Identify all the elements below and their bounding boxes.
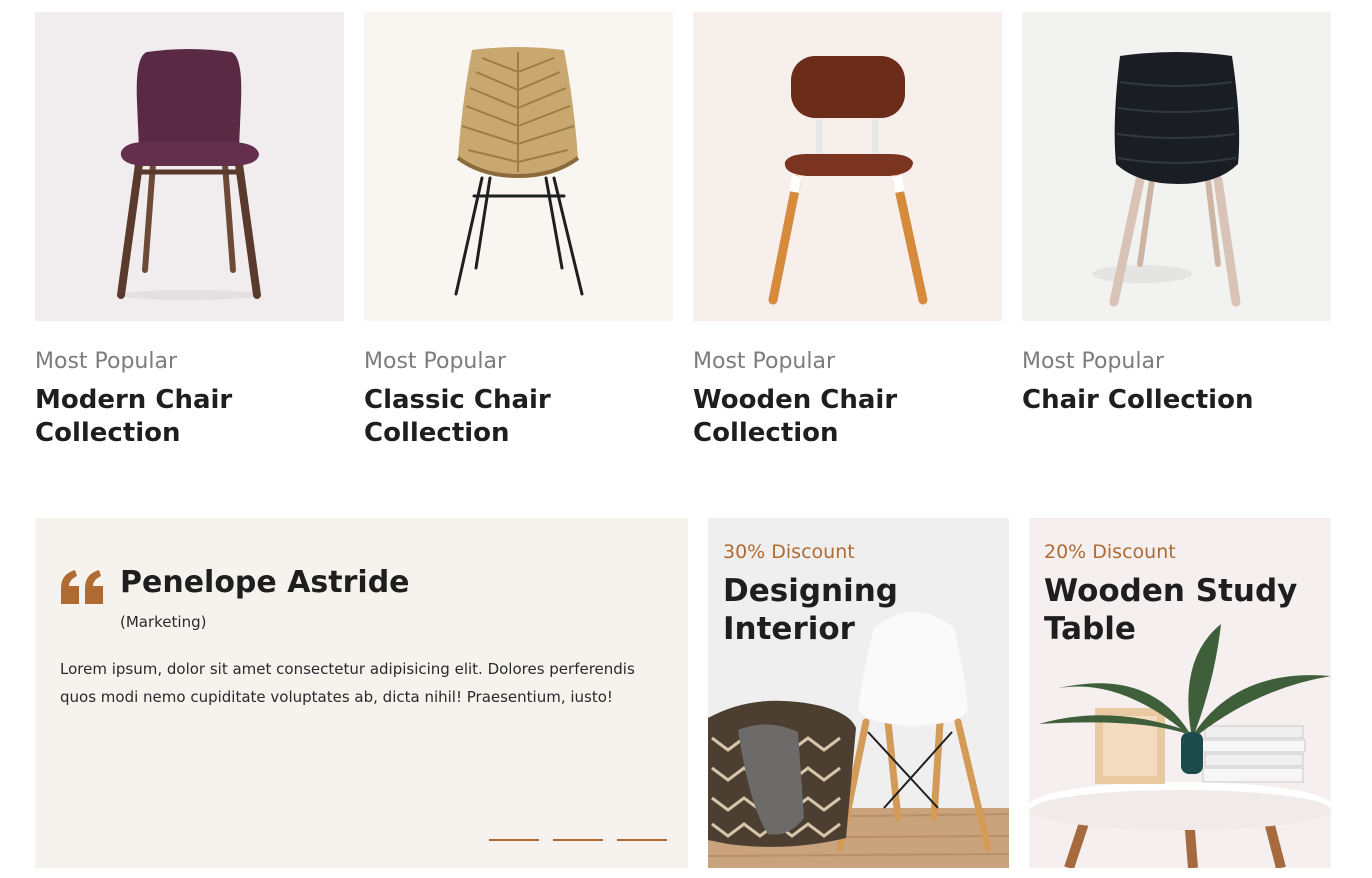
promo-card[interactable]: 20% Discount Wooden Study Table <box>1029 518 1331 868</box>
testimonial-role: (Marketing) <box>120 613 207 631</box>
product-tag: Most Popular <box>35 349 178 374</box>
product-card[interactable]: Most Popular Wooden Chair Collection <box>693 12 1002 450</box>
page: Most Popular Modern Chair Collection Mos… <box>0 0 1372 878</box>
product-title[interactable]: Classic Chair Collection <box>364 384 673 450</box>
quote-icon <box>61 570 103 604</box>
promo-title[interactable]: Wooden Study Table <box>1044 572 1324 648</box>
testimonial-card: Penelope Astride (Marketing) Lorem ipsum… <box>35 518 688 868</box>
promo-image-study-table <box>1029 518 1331 868</box>
product-card[interactable]: Most Popular Modern Chair Collection <box>35 12 344 450</box>
testimonial-name: Penelope Astride <box>120 565 410 600</box>
product-tag: Most Popular <box>364 349 507 374</box>
slider-pagination <box>489 839 667 841</box>
product-grid: Most Popular Modern Chair Collection Mos… <box>35 12 1331 450</box>
product-tag: Most Popular <box>1022 349 1165 374</box>
promo-discount: 30% Discount <box>723 541 855 563</box>
slider-dot-3[interactable] <box>617 839 667 841</box>
slider-dot-2[interactable] <box>553 839 603 841</box>
product-card[interactable]: Most Popular Chair Collection <box>1022 12 1331 450</box>
product-tag: Most Popular <box>693 349 836 374</box>
slider-dot-1[interactable] <box>489 839 539 841</box>
promo-discount: 20% Discount <box>1044 541 1176 563</box>
product-title[interactable]: Wooden Chair Collection <box>693 384 1002 450</box>
promo-card[interactable]: 30% Discount Designing Interior <box>708 518 1009 868</box>
product-title[interactable]: Modern Chair Collection <box>35 384 344 450</box>
product-image-rattan-chair[interactable] <box>364 12 673 321</box>
promo-image-white-chair <box>708 518 1009 868</box>
product-image-purple-chair[interactable] <box>35 12 344 321</box>
product-title[interactable]: Chair Collection <box>1022 384 1331 417</box>
promo-title[interactable]: Designing Interior <box>723 572 1003 648</box>
product-card[interactable]: Most Popular Classic Chair Collection <box>364 12 673 450</box>
product-image-black-chair[interactable] <box>1022 12 1331 321</box>
product-image-wooden-chair[interactable] <box>693 12 1002 321</box>
testimonial-text: Lorem ipsum, dolor sit amet consectetur … <box>60 660 635 706</box>
